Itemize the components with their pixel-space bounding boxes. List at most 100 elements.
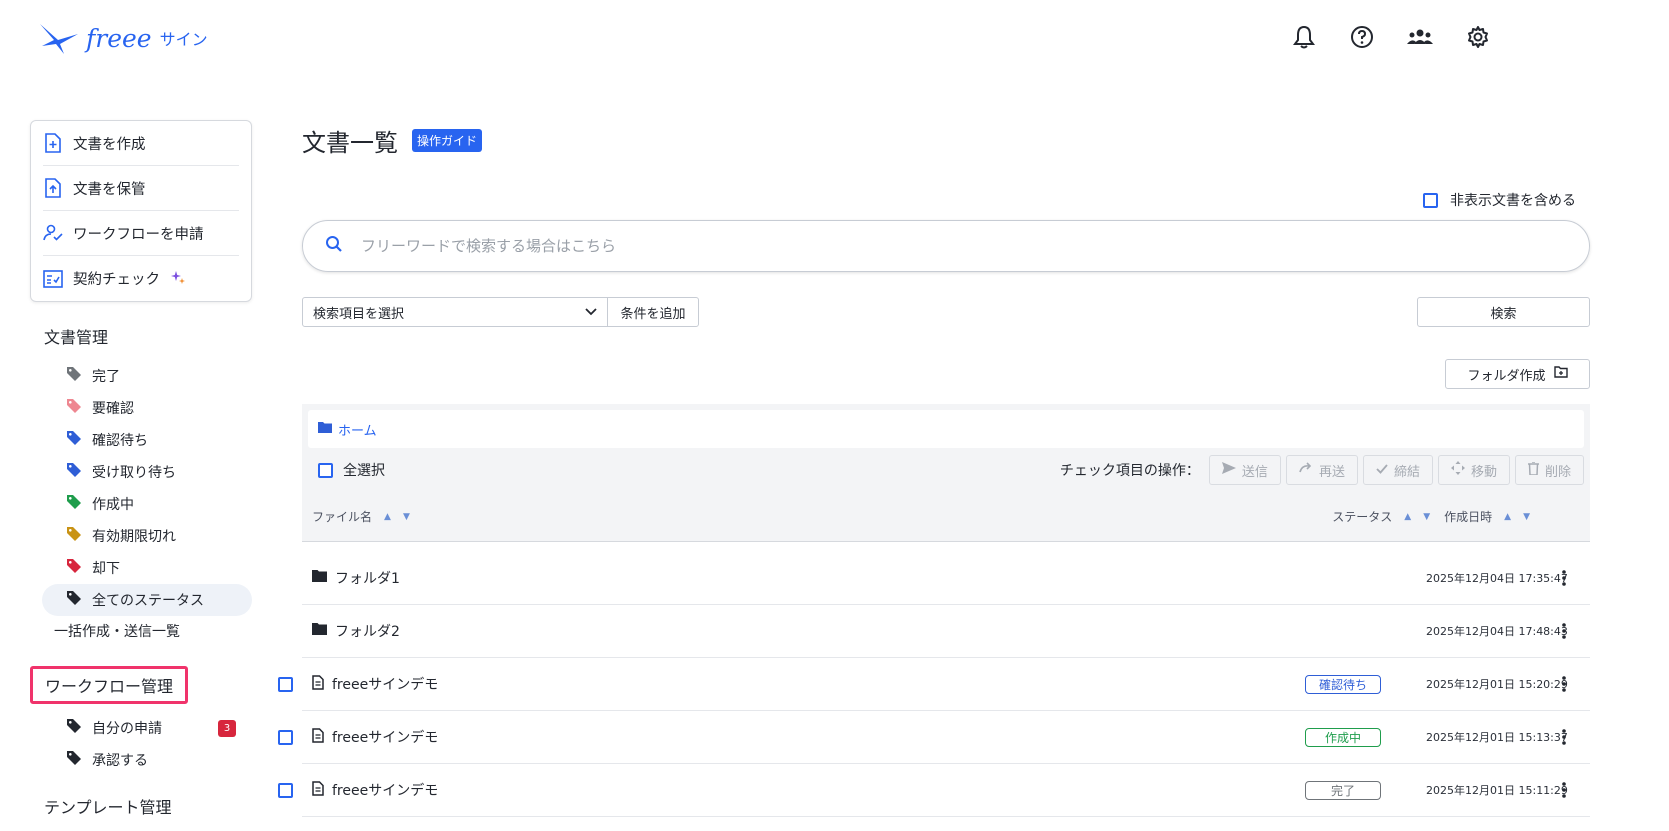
breadcrumb-home[interactable]: ホーム <box>338 420 377 439</box>
sidebar-item-status[interactable]: 全てのステータス <box>42 584 252 616</box>
sidebar-item-my-applications[interactable]: 自分の申請 3 <box>42 712 252 744</box>
sidebar-item-status[interactable]: 確認待ち <box>42 424 252 456</box>
move-button[interactable]: 移動 <box>1437 455 1510 485</box>
gear-icon[interactable] <box>1465 24 1491 50</box>
row-created-date: 2025年12月01日 15:13:37 <box>1426 731 1568 744</box>
file-plus-icon <box>43 133 63 153</box>
status-label: 受け取り待ち <box>92 465 176 481</box>
send-label: 送信 <box>1241 464 1268 480</box>
more-options-icon[interactable] <box>1559 727 1569 747</box>
tag-icon <box>66 494 82 514</box>
freee-sign-logo[interactable]: freee サイン <box>38 20 208 56</box>
search-input[interactable] <box>361 237 1461 255</box>
logo-text: freee <box>86 23 152 53</box>
workflow-management-title: ワークフロー管理 <box>30 666 189 704</box>
more-options-icon[interactable] <box>1559 621 1569 641</box>
breadcrumb[interactable]: ホーム <box>308 410 1584 448</box>
sidebar-item-status[interactable]: 要確認 <box>42 392 252 424</box>
bell-icon[interactable] <box>1291 24 1317 50</box>
document-rows: フォルダ1 2025年12月04日 17:35:47 フォルダ2 2025年12月04… <box>278 552 1590 817</box>
row-checkbox[interactable] <box>278 676 293 692</box>
table-row[interactable]: フォルダ1 2025年12月04日 17:35:47 <box>302 552 1590 605</box>
folder-plus-icon <box>1553 366 1568 382</box>
table-row[interactable]: freeeサインデモ 作成中 2025年12月01日 15:13:37 <box>278 711 1590 764</box>
include-hidden-toggle[interactable]: 非表示文書を含める <box>1423 190 1576 210</box>
tag-icon <box>66 366 82 386</box>
send-button[interactable]: 送信 <box>1208 455 1281 485</box>
sidebar-item-status[interactable]: 受け取り待ち <box>42 456 252 488</box>
store-document-action[interactable]: 文書を保管 <box>43 166 239 211</box>
apply-workflow-action[interactable]: ワークフローを申請 <box>43 211 239 256</box>
contract-check-action[interactable]: 契約チェック <box>43 256 239 301</box>
document-icon <box>312 674 324 694</box>
table-row[interactable]: freeeサインデモ 確認待ち 2025年12月01日 15:20:29 <box>278 658 1590 711</box>
include-hidden-label: 非表示文書を含める <box>1450 193 1576 209</box>
status-label: 却下 <box>92 561 120 577</box>
bulk-ops-label: チェック項目の操作： <box>1059 463 1200 479</box>
search-button[interactable]: 検索 <box>1417 297 1590 327</box>
search-field-select[interactable]: 検索項目を選択 <box>302 297 608 327</box>
store-document-label: 文書を保管 <box>73 181 146 198</box>
filename-sort[interactable]: ▲ ▼ <box>384 512 410 522</box>
sort-asc-icon: ▲ <box>384 511 391 522</box>
resend-button[interactable]: 再送 <box>1285 455 1358 485</box>
more-options-icon[interactable] <box>1559 674 1569 694</box>
row-name-label: freeeサインデモ <box>332 783 439 799</box>
my-applications-label: 自分の申請 <box>92 721 162 737</box>
table-row[interactable]: フォルダ2 2025年12月04日 17:48:43 <box>302 605 1590 658</box>
bird-logo-icon <box>40 24 78 54</box>
tag-icon <box>66 398 82 418</box>
row-checkbox[interactable] <box>278 729 293 745</box>
status-sort[interactable]: ▲ ▼ <box>1404 512 1430 522</box>
row-name[interactable]: フォルダ2 <box>312 621 400 641</box>
row-checkbox[interactable] <box>278 782 293 798</box>
status-badge: 確認待ち <box>1305 674 1381 694</box>
create-document-label: 文書を作成 <box>73 136 146 153</box>
row-name[interactable]: freeeサインデモ <box>312 674 438 694</box>
folder-icon <box>312 623 327 639</box>
help-icon[interactable] <box>1349 24 1375 50</box>
sort-desc-icon: ▼ <box>402 511 410 522</box>
file-upload-icon <box>43 178 63 198</box>
status-label: 作成中 <box>92 497 134 513</box>
bulk-send-list-link[interactable]: 一括作成・送信一覧 <box>30 616 252 648</box>
check-icon <box>1376 463 1388 478</box>
operation-guide-button[interactable]: 操作ガイド <box>412 128 483 152</box>
tag-icon <box>66 558 82 578</box>
tag-icon <box>66 526 82 546</box>
more-options-icon[interactable] <box>1559 780 1569 800</box>
sidebar-item-status[interactable]: 却下 <box>42 552 252 584</box>
folder-icon <box>312 570 327 586</box>
sidebar-item-status[interactable]: 作成中 <box>42 488 252 520</box>
select-all[interactable]: 全選択 <box>318 460 385 480</box>
row-created-date: 2025年12月01日 15:20:29 <box>1426 678 1568 691</box>
sidebar-item-status[interactable]: 完了 <box>42 360 252 392</box>
row-name[interactable]: フォルダ1 <box>312 568 400 588</box>
search-field-select-label: 検索項目を選択 <box>313 306 405 322</box>
tag-icon <box>66 462 82 482</box>
column-filename: ファイル名 <box>312 510 373 524</box>
create-folder-label: フォルダ作成 <box>1467 368 1546 384</box>
team-icon[interactable] <box>1407 24 1433 50</box>
sidebar-item-approve[interactable]: 承認する <box>42 744 252 776</box>
status-label: 確認待ち <box>92 433 148 449</box>
status-label: 有効期限切れ <box>92 529 176 545</box>
create-document-action[interactable]: 文書を作成 <box>43 121 239 166</box>
create-folder-button[interactable]: フォルダ作成 <box>1445 359 1590 389</box>
apply-workflow-label: ワークフローを申請 <box>73 226 204 243</box>
row-name[interactable]: freeeサインデモ <box>312 727 438 747</box>
created-sort[interactable]: ▲ ▼ <box>1504 512 1530 522</box>
more-options-icon[interactable] <box>1559 568 1569 588</box>
row-name[interactable]: freeeサインデモ <box>312 780 438 800</box>
send-icon <box>1221 462 1236 478</box>
add-condition-button[interactable]: 条件を追加 <box>607 297 699 327</box>
tag-icon <box>66 590 82 610</box>
select-all-checkbox[interactable] <box>318 462 333 478</box>
include-hidden-checkbox[interactable] <box>1423 192 1438 208</box>
delete-button[interactable]: 削除 <box>1514 455 1584 485</box>
sidebar-item-status[interactable]: 有効期限切れ <box>42 520 252 552</box>
sidebar: 文書を作成 文書を保管 ワークフローを申請 契約チェック 文書管理 完了 要確認確… <box>30 120 252 830</box>
document-management-title: 文書管理 <box>44 328 109 347</box>
conclude-button[interactable]: 締結 <box>1362 455 1433 485</box>
table-row[interactable]: freeeサインデモ 完了 2025年12月01日 15:11:29 <box>278 764 1590 817</box>
